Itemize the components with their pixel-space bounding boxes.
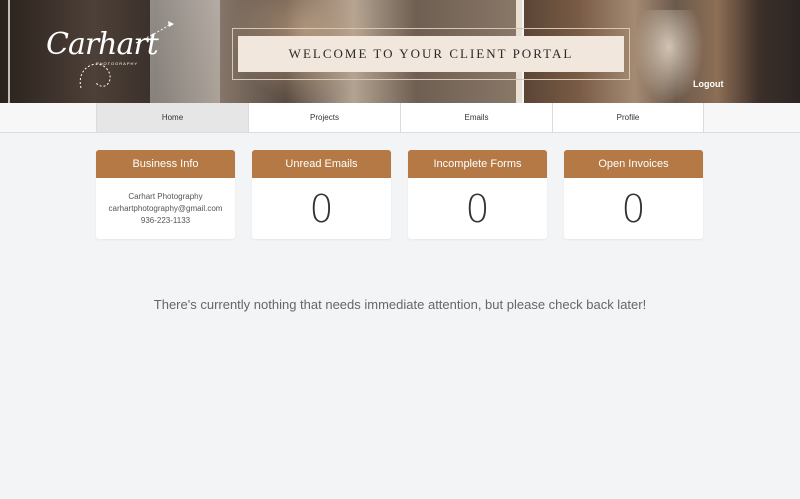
tab-projects[interactable]: Projects xyxy=(248,103,400,133)
brand-logo: Carhart PHOTOGRAPHY xyxy=(46,21,174,89)
card-title: Unread Emails xyxy=(252,150,391,178)
logout-link[interactable]: Logout xyxy=(693,79,724,89)
card-body: Carhart Photography carhartphotography@g… xyxy=(96,178,235,239)
card-body: 0 xyxy=(252,178,391,239)
tab-emails[interactable]: Emails xyxy=(400,103,552,133)
business-info-card: Business Info Carhart Photography carhar… xyxy=(96,150,235,239)
card-title: Open Invoices xyxy=(564,150,703,178)
business-name: Carhart Photography xyxy=(128,191,203,201)
unread-emails-card[interactable]: Unread Emails 0 xyxy=(252,150,391,239)
incomplete-forms-count: 0 xyxy=(465,186,490,231)
open-invoices-count: 0 xyxy=(621,186,646,231)
welcome-banner: WELCOME TO YOUR CLIENT PORTAL xyxy=(238,36,624,72)
tab-profile[interactable]: Profile xyxy=(552,103,704,133)
nav-bar: Home Projects Emails Profile xyxy=(0,103,800,133)
summary-cards: Business Info Carhart Photography carhar… xyxy=(96,150,703,239)
business-phone: 936-223-1133 xyxy=(140,215,191,225)
card-body: 0 xyxy=(408,178,547,239)
business-email[interactable]: carhartphotography@gmail.com xyxy=(109,203,223,215)
tab-home[interactable]: Home xyxy=(96,103,248,133)
card-title: Business Info xyxy=(96,150,235,178)
header-banner: Carhart PHOTOGRAPHY WELCOME TO YOUR CLIE… xyxy=(0,0,800,103)
nav-tabs: Home Projects Emails Profile xyxy=(96,103,704,133)
unread-emails-count: 0 xyxy=(309,186,334,231)
card-title: Incomplete Forms xyxy=(408,150,547,178)
incomplete-forms-card[interactable]: Incomplete Forms 0 xyxy=(408,150,547,239)
header-edge-line xyxy=(8,0,10,103)
card-body: 0 xyxy=(564,178,703,239)
status-message: There's currently nothing that needs imm… xyxy=(153,297,647,312)
logo-dashed-arc-icon xyxy=(79,21,174,89)
open-invoices-card[interactable]: Open Invoices 0 xyxy=(564,150,703,239)
